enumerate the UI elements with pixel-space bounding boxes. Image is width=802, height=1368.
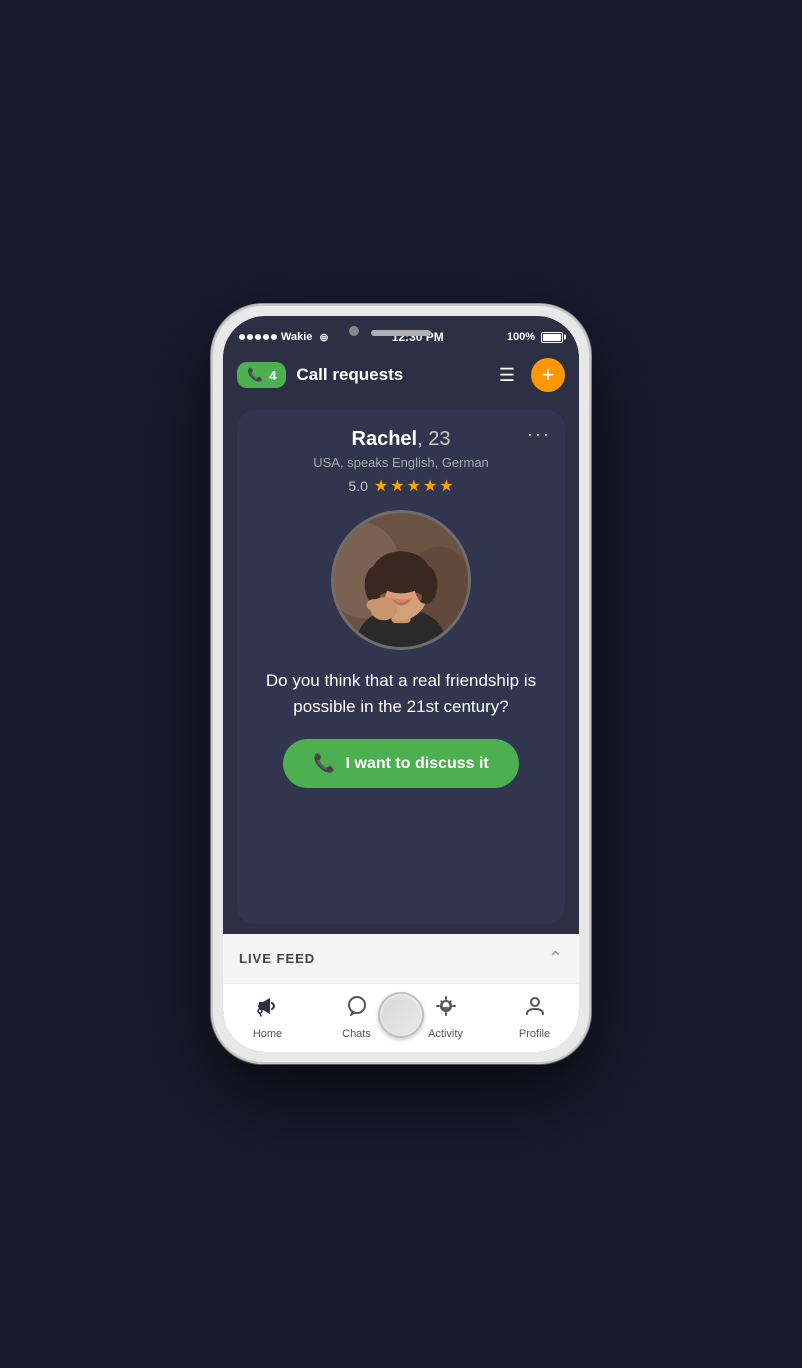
rating-row: 5.0 ★ ★ ★ ★ ★ [348, 476, 453, 496]
signal-strength [239, 334, 277, 340]
discuss-button-label: I want to discuss it [346, 755, 489, 773]
home-label: Home [253, 1028, 282, 1040]
chats-icon [345, 994, 369, 1024]
user-age-text: , 23 [417, 428, 450, 450]
filter-icon[interactable]: ☰ [499, 365, 515, 386]
wifi-icon: ⊜ [319, 331, 328, 344]
signal-dot-4 [263, 334, 269, 340]
star-3: ★ [407, 476, 421, 496]
rating-value: 5.0 [348, 478, 367, 494]
user-name-text: Rachel [352, 428, 418, 450]
discussion-question: Do you think that a real friendship is p… [253, 668, 549, 719]
live-feed-label: LIVE FEED [239, 951, 315, 966]
chevron-up-icon: ⌃ [548, 948, 563, 969]
live-feed-bar[interactable]: LIVE FEED ⌃ [223, 934, 579, 983]
phone-icon: 📞 [247, 367, 263, 383]
user-details-text: USA, speaks English, German [313, 455, 489, 470]
phone-call-icon: 📞 [313, 753, 335, 774]
star-2: ★ [390, 476, 404, 496]
user-avatar [331, 510, 471, 650]
front-camera [349, 326, 359, 336]
header-bar: 📞 4 Call requests ☰ + [223, 350, 579, 400]
signal-dot-5 [271, 334, 277, 340]
header-title: Call requests [296, 365, 488, 385]
screen: Wakie ⊜ 12:30 PM 100% 📞 4 Call requests [223, 316, 579, 1052]
star-1: ★ [374, 476, 388, 496]
call-requests-badge[interactable]: 📞 4 [237, 362, 286, 388]
more-options-button[interactable]: ··· [527, 424, 551, 445]
star-4: ★ [423, 476, 437, 496]
home-icon [256, 994, 280, 1024]
chats-label: Chats [342, 1028, 371, 1040]
status-left: Wakie ⊜ [239, 331, 329, 344]
nav-item-home[interactable]: Home [223, 994, 312, 1040]
phone-inner: Wakie ⊜ 12:30 PM 100% 📞 4 Call requests [223, 316, 579, 1052]
phone-device: Wakie ⊜ 12:30 PM 100% 📞 4 Call requests [211, 304, 591, 1064]
call-badge-count: 4 [269, 368, 276, 383]
carrier-name: Wakie [281, 331, 312, 343]
signal-dot-3 [255, 334, 261, 340]
speaker [371, 330, 431, 336]
star-5: ★ [439, 476, 453, 496]
avatar-image [334, 513, 468, 647]
stars-display: ★ ★ ★ ★ ★ [374, 476, 454, 496]
battery-fill [543, 334, 561, 341]
signal-dot-2 [247, 334, 253, 340]
nav-item-profile[interactable]: Profile [490, 994, 579, 1040]
activity-label: Activity [428, 1028, 463, 1040]
signal-dot-1 [239, 334, 245, 340]
status-right: 100% [507, 331, 563, 343]
profile-label: Profile [519, 1028, 550, 1040]
add-button[interactable]: + [531, 358, 565, 392]
activity-icon [434, 994, 458, 1024]
home-button[interactable] [378, 992, 424, 1038]
user-name-display: Rachel, 23 [352, 428, 451, 451]
discuss-button[interactable]: 📞 I want to discuss it [283, 739, 520, 788]
battery-percent: 100% [507, 331, 535, 343]
battery-icon [541, 332, 563, 343]
main-content: ··· Rachel, 23 USA, speaks English, Germ… [223, 400, 579, 934]
profile-icon [523, 994, 547, 1024]
profile-card: ··· Rachel, 23 USA, speaks English, Germ… [237, 410, 565, 924]
